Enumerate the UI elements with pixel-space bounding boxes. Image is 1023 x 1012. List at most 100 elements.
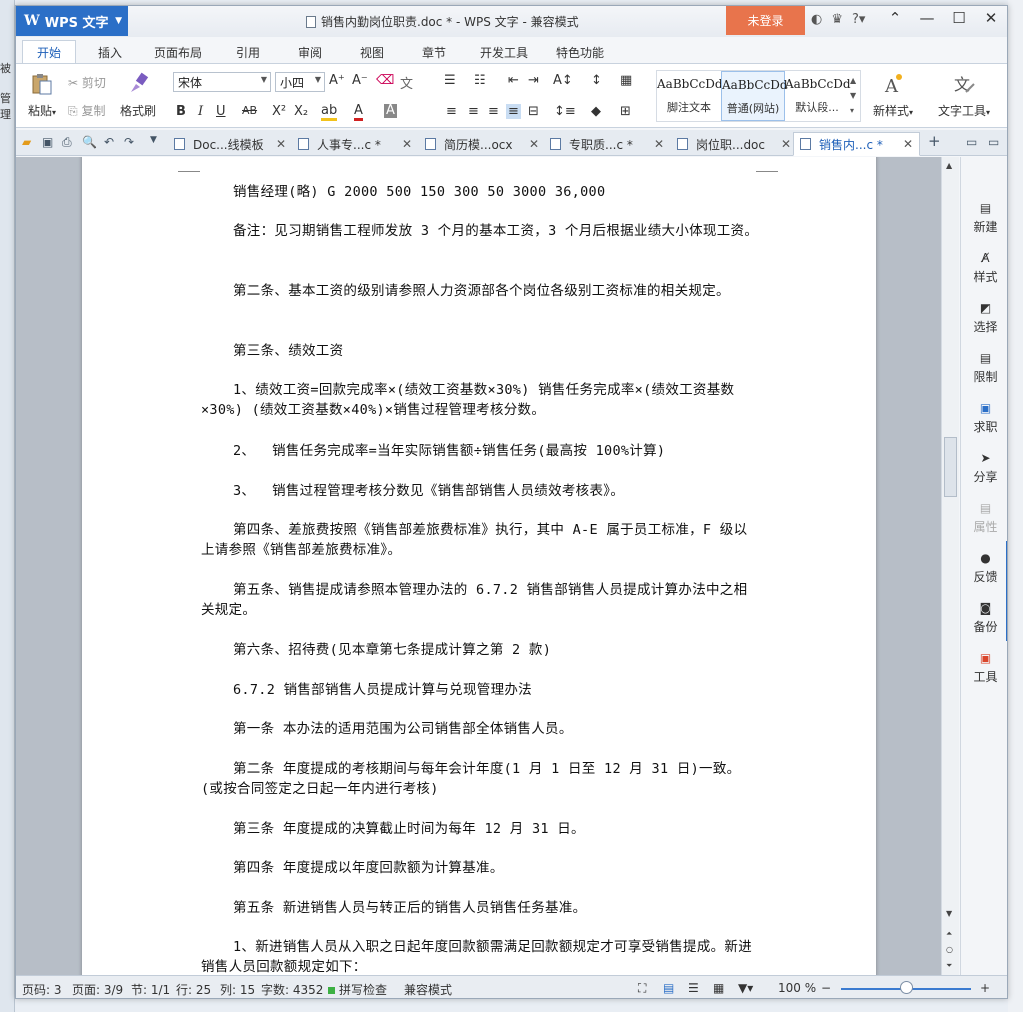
scroll-up-arrow[interactable]: ▲ [946, 161, 952, 170]
shirt-icon[interactable]: ♛ [831, 12, 843, 27]
doc-tab[interactable]: 简历模...ocx ✕ [419, 132, 539, 156]
bullet-list-icon[interactable]: ☰ [444, 73, 456, 88]
taskpane-restrict[interactable]: ▤ 限制 [961, 351, 1007, 385]
spell-check-toggle[interactable]: 拼写检查 [328, 981, 387, 998]
redo-icon[interactable]: ↷ [124, 135, 134, 149]
vertical-scrollbar[interactable]: ▲ ▼ ⏶ ○ ⏷ [941, 157, 959, 975]
gallery-scroll[interactable]: ▲ ▼ ▾ [850, 73, 856, 118]
page-view-icon[interactable]: ▤ [663, 981, 674, 995]
underline-button[interactable]: U [216, 104, 226, 119]
tab-list-icon[interactable]: ▭ [966, 135, 977, 149]
taskpane-expand-handle[interactable] [1006, 541, 1007, 641]
print-icon[interactable]: ⎙ [62, 135, 72, 150]
grow-font-button[interactable]: A⁺ [329, 73, 345, 88]
font-size-select[interactable]: 小四 ▼ [275, 72, 325, 92]
tab-home[interactable]: 开始 [22, 40, 77, 65]
prev-page-icon[interactable]: ⏶ [946, 929, 952, 939]
italic-button[interactable]: I [198, 104, 203, 119]
tab-insert[interactable]: 插入 [84, 42, 136, 63]
taskpane-select[interactable]: ◩ 选择 [961, 301, 1007, 335]
align-right-icon[interactable]: ≡ [488, 104, 499, 119]
taskpane-new[interactable]: ▤ 新建 [961, 201, 1007, 235]
style-footnote[interactable]: AaBbCcDd 脚注文本 [657, 71, 723, 121]
strikethrough-button[interactable]: AB [242, 104, 257, 117]
shrink-font-button[interactable]: A⁻ [352, 73, 368, 88]
distributed-icon[interactable]: ⊟ [528, 104, 539, 119]
table-icon[interactable]: ▦ [620, 73, 632, 88]
tab-page-layout[interactable]: 页面布局 [140, 42, 216, 63]
text-tools-button[interactable]: 文 文字工具▾ [934, 72, 994, 119]
fill-color-icon[interactable]: ◆ [591, 104, 601, 119]
align-center-icon[interactable]: ≡ [468, 104, 479, 119]
new-tab-icon[interactable]: + [928, 132, 941, 150]
taskpane-properties[interactable]: ▤ 属性 [961, 501, 1007, 535]
format-painter-button[interactable]: 格式刷 [118, 72, 158, 119]
save-icon[interactable]: ▣ [42, 135, 53, 149]
taskpane-backup[interactable]: ◙ 备份 [961, 601, 1007, 635]
document-page[interactable]: 销售经理(略) G 2000 500 150 300 50 3000 36,00… [82, 157, 876, 975]
tab-settings-icon[interactable]: ▭ [988, 135, 999, 149]
paste-button[interactable]: 粘贴▾ [24, 72, 60, 119]
close-tab-icon[interactable]: ✕ [276, 137, 286, 151]
taskpane-feedback[interactable]: ● 反馈 [961, 551, 1007, 585]
close-tab-icon[interactable]: ✕ [654, 137, 664, 151]
justify-icon[interactable]: ≡ [506, 104, 521, 119]
superscript-button[interactable]: X² [272, 104, 286, 119]
status-word-count[interactable]: 字数: 4352 [261, 981, 323, 998]
new-style-button[interactable]: A 新样式▾ [868, 72, 918, 119]
open-folder-icon[interactable]: ▰ [22, 135, 31, 149]
next-page-icon[interactable]: ⏷ [946, 961, 952, 971]
app-menu-button[interactable]: W WPS 文字 ▼ [16, 6, 128, 36]
close-tab-icon[interactable]: ✕ [903, 137, 913, 151]
focus-mode-icon[interactable]: ⛶ [638, 981, 646, 996]
status-pages[interactable]: 页面: 3/9 [72, 981, 123, 998]
font-color-icon[interactable]: A [354, 104, 363, 121]
tab-chapter[interactable]: 章节 [408, 42, 460, 63]
taskpane-jobs[interactable]: ▣ 求职 [961, 401, 1007, 435]
phonetic-icon[interactable]: 文 [400, 73, 413, 92]
taskpane-style[interactable]: A̸ 样式 [961, 251, 1007, 285]
increase-indent-icon[interactable]: ⇥ [528, 73, 539, 88]
line-spacing-icon[interactable]: ↕≡ [554, 104, 576, 119]
tab-view[interactable]: 视图 [346, 42, 398, 63]
cut-button[interactable]: ✂ 剪切 [68, 74, 106, 91]
highlight-color-icon[interactable]: ab [321, 104, 338, 121]
help-button[interactable]: ?▾ [852, 12, 865, 27]
copy-button[interactable]: ⎘ 复制 [68, 102, 105, 119]
subscript-button[interactable]: X₂ [294, 104, 308, 119]
tab-review[interactable]: 审阅 [284, 42, 336, 63]
style-default-paragraph[interactable]: AaBbCcDd 默认段... [785, 71, 851, 121]
zoom-slider-knob[interactable] [900, 981, 913, 994]
decrease-indent-icon[interactable]: ⇤ [508, 73, 519, 88]
zoom-out-button[interactable]: − [821, 981, 831, 995]
sort-icon[interactable]: ↕ [591, 73, 602, 88]
maximize-button[interactable]: ☐ [949, 9, 969, 27]
close-tab-icon[interactable]: ✕ [402, 137, 412, 151]
login-button[interactable]: 未登录 [726, 6, 805, 35]
close-tab-icon[interactable]: ✕ [781, 137, 791, 151]
minimize-button[interactable]: — [917, 9, 937, 27]
reading-view-icon[interactable]: ▼▾ [738, 981, 753, 995]
web-view-icon[interactable]: ▦ [713, 981, 724, 995]
taskpane-tools[interactable]: ▣ 工具 [961, 651, 1007, 685]
clear-format-icon[interactable]: ⌫ [376, 73, 394, 88]
taskpane-share[interactable]: ➤ 分享 [961, 451, 1007, 485]
bold-button[interactable]: B [176, 104, 186, 119]
numbered-list-icon[interactable]: ☷ [474, 73, 486, 88]
doc-tab[interactable]: Doc...线模板 ✕ [168, 132, 286, 156]
collapse-ribbon-icon[interactable]: ⌃ [885, 9, 905, 27]
tab-references[interactable]: 引用 [222, 42, 274, 63]
font-name-select[interactable]: 宋体 ▼ [173, 72, 271, 92]
align-left-icon[interactable]: ≡ [446, 104, 457, 119]
doc-tab[interactable]: 岗位职...doc ✕ [671, 132, 791, 156]
scroll-down-arrow[interactable]: ▼ [946, 909, 952, 918]
skin-icon[interactable]: ◐ [811, 12, 822, 27]
style-normal-web[interactable]: AaBbCcDd 普通(网站) [721, 71, 788, 121]
char-shading-icon[interactable]: A [384, 104, 397, 118]
select-browse-icon[interactable]: ○ [946, 945, 953, 954]
close-tab-icon[interactable]: ✕ [529, 137, 539, 151]
zoom-level[interactable]: 100 % [778, 981, 816, 995]
tab-developer[interactable]: 开发工具 [466, 42, 542, 63]
doc-tab[interactable]: 人事专...c * ✕ [292, 132, 412, 156]
text-direction-icon[interactable]: A↕ [553, 73, 573, 88]
